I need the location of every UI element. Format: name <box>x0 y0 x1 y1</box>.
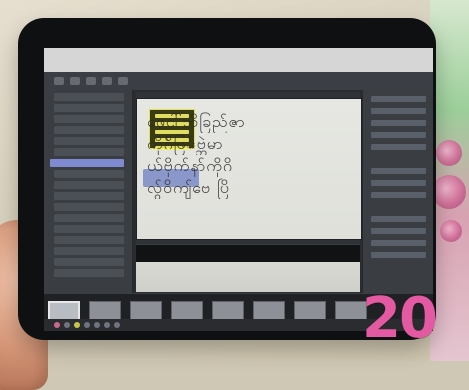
tree-row[interactable] <box>54 170 124 178</box>
flower-petal <box>440 220 462 242</box>
status-dot <box>54 322 60 328</box>
thumbnail[interactable] <box>89 301 121 327</box>
panel-line <box>371 168 426 174</box>
document-line: ကိုဂ်ိဖြ်ဗ္ဘဲမာ <box>147 134 224 153</box>
panel-gap <box>363 198 433 210</box>
status-dot <box>84 322 90 328</box>
document-preview-strip <box>136 262 360 292</box>
document-line: လ်ွဝိကျ်ဗေ ပြိ <box>147 178 230 197</box>
panel-line <box>371 216 426 222</box>
status-dot <box>74 322 80 328</box>
tree-row[interactable] <box>54 247 124 255</box>
toolbar-icon[interactable] <box>70 77 80 85</box>
tree-row[interactable] <box>54 269 124 277</box>
toolbar-icon[interactable] <box>118 77 128 85</box>
status-dots <box>54 322 120 328</box>
right-panel <box>362 90 433 293</box>
thumbnail[interactable] <box>212 301 244 327</box>
panel-line <box>371 108 426 114</box>
panel-line <box>371 252 426 258</box>
tree-row-selected[interactable] <box>50 159 124 167</box>
document-text: ဖေငါ်ဘိခြည်ဇာ ကိုဂ်ိဖြ်ဗ္ဘဲမာ ယ်ဗိုက်နာ်… <box>147 111 351 199</box>
panel-line <box>371 132 426 138</box>
panel-gap <box>363 150 433 162</box>
thumbnail[interactable] <box>171 301 203 327</box>
toolbar-icon[interactable] <box>86 77 96 85</box>
flower-petal <box>436 140 462 166</box>
panel-line <box>371 96 426 102</box>
panel-line <box>371 240 426 246</box>
toolbar-icons <box>54 77 128 85</box>
status-dot <box>94 322 100 328</box>
tree-row[interactable] <box>54 137 124 145</box>
flower-petal <box>432 175 466 209</box>
document-view: ဖေငါ်ဘိခြည်ဇာ ကိုဂ်ိဖြ်ဗ္ဘဲမာ ယ်ဗိုက်နာ်… <box>136 98 362 240</box>
thumbnail-selected[interactable] <box>48 301 80 328</box>
thumbnail[interactable] <box>130 301 162 327</box>
status-dot <box>104 322 110 328</box>
tree-row[interactable] <box>54 93 124 101</box>
app-title-bar <box>44 48 433 73</box>
status-dot <box>64 322 70 328</box>
toolbar-icon[interactable] <box>54 77 64 85</box>
panel-line <box>371 180 426 186</box>
tree-row[interactable] <box>54 225 124 233</box>
document-line: ဖေငါ်ဘိခြည်ဇာ <box>147 112 246 131</box>
thumbnail[interactable] <box>294 301 326 327</box>
tree-row[interactable] <box>54 126 124 134</box>
panel-line <box>371 228 426 234</box>
tree-row[interactable] <box>54 104 124 112</box>
thumbnail[interactable] <box>253 301 285 327</box>
thumbnail-row <box>48 301 367 328</box>
left-panel <box>44 90 133 293</box>
center-panel: ဖေငါ်ဘိခြည်ဇာ ကိုဂ်ိဖြ်ဗ္ဘဲမာ ယ်ဗိုက်နာ်… <box>136 92 362 292</box>
tree-row[interactable] <box>54 148 124 156</box>
tree-row[interactable] <box>54 181 124 189</box>
tree-row[interactable] <box>54 214 124 222</box>
toolbar-icon[interactable] <box>102 77 112 85</box>
tree-row[interactable] <box>54 115 124 123</box>
tree-row[interactable] <box>54 258 124 266</box>
document-divider <box>136 244 360 263</box>
tree-row[interactable] <box>54 236 124 244</box>
panel-line <box>371 120 426 126</box>
status-dot <box>114 322 120 328</box>
page-number: 20 <box>362 286 438 351</box>
tree-row[interactable] <box>54 203 124 211</box>
tree-row[interactable] <box>54 192 124 200</box>
toolbar <box>44 72 433 91</box>
document-line: ယ်ဗိုက်နာ်ကိုဂိ <box>147 156 233 175</box>
